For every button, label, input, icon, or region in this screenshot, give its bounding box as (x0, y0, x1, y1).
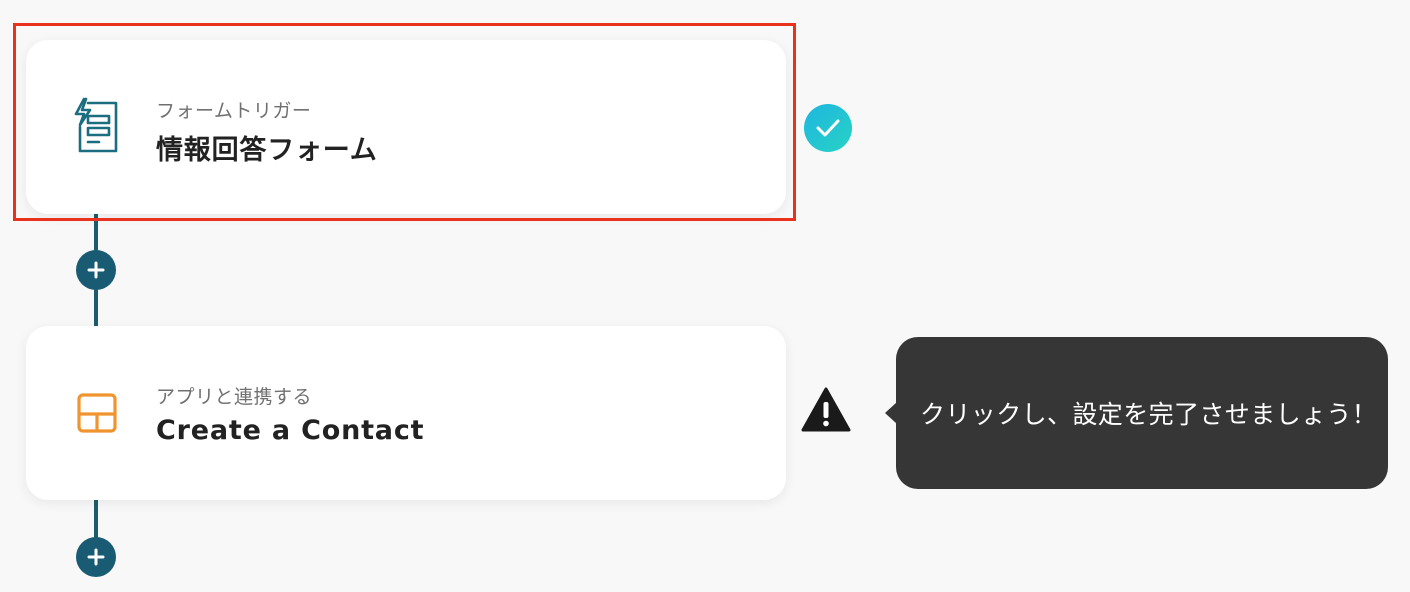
step-card-app-action[interactable]: アプリと連携する Create a Contact (26, 326, 786, 500)
step-title: 情報回答フォーム (156, 135, 378, 166)
connector-line (94, 499, 98, 539)
add-step-button[interactable] (76, 250, 116, 290)
setup-hint-tooltip: クリックし、設定を完了させましょう！ (896, 337, 1388, 489)
connector-line (94, 213, 98, 253)
app-layout-icon (70, 383, 124, 443)
step-card-form-trigger[interactable]: フォームトリガー 情報回答フォーム (26, 40, 786, 214)
plus-icon (87, 548, 105, 566)
check-complete-icon (804, 104, 852, 152)
add-step-button[interactable] (76, 537, 116, 577)
step-type-label: フォームトリガー (156, 100, 312, 122)
plus-icon (87, 261, 105, 279)
warning-icon (800, 386, 852, 434)
connector-line (94, 286, 98, 326)
step-title: Create a Contact (156, 415, 425, 446)
step-type-label: アプリと連携する (156, 386, 313, 408)
form-trigger-icon (70, 96, 124, 156)
flow-canvas: フォームトリガー 情報回答フォーム アプリと連携する Create a Cont… (0, 0, 1410, 592)
